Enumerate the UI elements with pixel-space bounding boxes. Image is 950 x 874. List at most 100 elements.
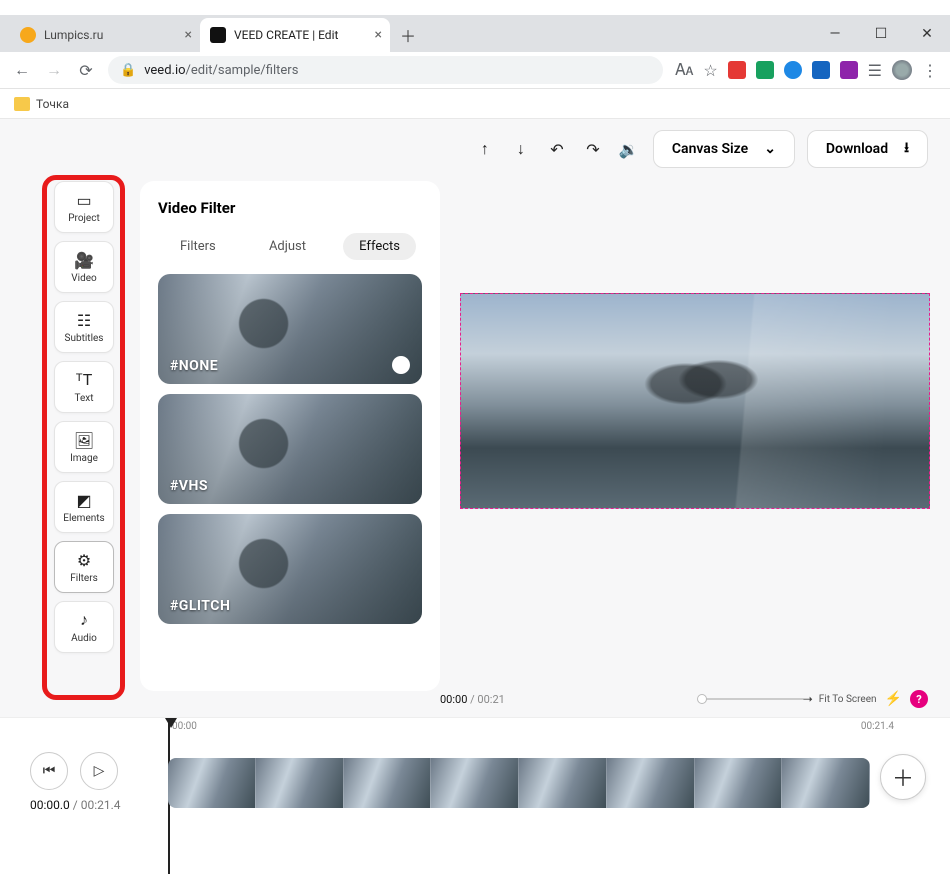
lock-icon: 🔒	[120, 63, 136, 78]
clip-frame	[256, 758, 344, 808]
download-icon-small[interactable]: ↓	[509, 137, 533, 161]
folder-icon	[14, 97, 30, 111]
audio-icon: ♪	[80, 610, 88, 630]
effect-label: #GLITCH	[170, 598, 230, 614]
canvas-size-button[interactable]: Canvas Size ⌄	[653, 130, 795, 168]
sidebar-item-image[interactable]: 🖼Image	[54, 421, 114, 473]
sidebar-item-subtitles[interactable]: ☷ Subtitles	[54, 301, 114, 353]
bolt-icon[interactable]: ⚡	[885, 691, 902, 707]
favicon-icon	[210, 27, 226, 43]
url-input[interactable]: 🔒 veed.io/edit/sample/filters	[108, 56, 663, 84]
reading-list-icon[interactable]: ☰	[868, 61, 882, 80]
download-button[interactable]: Download ⭳	[807, 130, 928, 168]
canvas-size-label: Canvas Size	[672, 141, 748, 157]
preview-controls-row: 00:00 / 00:21 ➝ Fit To Screen ⚡ ?	[0, 679, 950, 719]
extension-icon[interactable]	[812, 61, 830, 79]
skip-back-button[interactable]: ⏮	[30, 752, 68, 790]
extension-icon[interactable]	[756, 61, 774, 79]
ruler-end: 00:21.4	[861, 721, 894, 732]
filters-panel: Video Filter Filters Adjust Effects #NON…	[140, 181, 440, 691]
close-icon[interactable]: ×	[375, 27, 382, 43]
selected-dot-icon	[392, 356, 410, 374]
app-topbar: ↑ ↓ ↶ ↷ 🔉 Canvas Size ⌄ Download ⭳	[473, 129, 928, 169]
browser-tab-0[interactable]: Lumpics.ru ×	[10, 18, 200, 52]
effect-label: #VHS	[170, 478, 208, 494]
text-icon: ᵀT	[76, 370, 92, 390]
extension-icon[interactable]	[784, 61, 802, 79]
chevron-down-icon: ⌄	[764, 141, 776, 157]
extensions: 🗛 ☆ ☰ ⋮	[675, 60, 938, 80]
window-close-button[interactable]: ✕	[904, 19, 950, 49]
effect-none[interactable]: #NONE	[158, 274, 422, 384]
effect-label: #NONE	[170, 358, 218, 374]
effect-vhs[interactable]: #VHS	[158, 394, 422, 504]
nav-reload-icon[interactable]: ⟳	[76, 61, 96, 80]
arrow-right-icon: ➝	[803, 692, 813, 706]
sidebar-label: Text	[74, 393, 93, 404]
video-icon: 🎥	[74, 251, 94, 270]
bookmark-item[interactable]: Точка	[36, 97, 69, 111]
extension-icon[interactable]	[840, 61, 858, 79]
url-path: /edit/sample/filters	[186, 63, 299, 78]
window-minimize-button[interactable]: ―	[812, 19, 858, 49]
clip-strip[interactable]	[168, 758, 870, 808]
upload-icon[interactable]: ↑	[473, 137, 497, 161]
translate-icon[interactable]: 🗛	[675, 60, 693, 80]
tool-sidebar: ▭Project 🎥 Video ☷ Subtitles ᵀT Text 🖼Image…	[54, 181, 114, 653]
browser-tab-1[interactable]: VEED CREATE | Edit ×	[200, 18, 390, 52]
timeline: 00:00 00:21.4 ⏮ ▷ 00:00.0 / 00:21.4 ＋	[0, 717, 950, 874]
play-button[interactable]: ▷	[80, 752, 118, 790]
help-badge[interactable]: ?	[910, 690, 928, 708]
preview-time-total: 00:21	[477, 693, 504, 706]
bookmarks-bar: Точка	[0, 89, 950, 119]
undo-icon[interactable]: ↶	[545, 137, 569, 161]
tab-title: Lumpics.ru	[44, 28, 103, 42]
tab-filters[interactable]: Filters	[164, 233, 232, 260]
close-icon[interactable]: ×	[185, 27, 192, 43]
sidebar-item-filters[interactable]: ⚙Filters	[54, 541, 114, 593]
tab-adjust[interactable]: Adjust	[253, 233, 322, 260]
filters-icon: ⚙	[77, 551, 91, 570]
ruler-start: 00:00	[172, 721, 197, 732]
menu-icon[interactable]: ⋮	[922, 61, 938, 80]
sidebar-label: Subtitles	[65, 333, 104, 344]
clip-frame	[431, 758, 519, 808]
clip-frame	[695, 758, 783, 808]
sidebar-item-audio[interactable]: ♪ Audio	[54, 601, 114, 653]
tab-effects[interactable]: Effects	[343, 233, 416, 260]
nav-forward-icon[interactable]: →	[44, 60, 64, 80]
window-maximize-button[interactable]: ☐	[858, 19, 904, 49]
clip-frame	[519, 758, 607, 808]
sidebar-item-video[interactable]: 🎥 Video	[54, 241, 114, 293]
new-tab-button[interactable]: ＋	[394, 21, 422, 49]
timeline-ruler[interactable]: 00:00 00:21.4	[0, 718, 950, 738]
volume-icon[interactable]: 🔉	[617, 137, 641, 161]
download-arrow-icon: ⭳	[904, 137, 909, 161]
clip-frame	[607, 758, 695, 808]
avatar[interactable]	[892, 60, 912, 80]
star-icon[interactable]: ☆	[703, 61, 717, 80]
clip-frame	[168, 758, 256, 808]
effect-glitch[interactable]: #GLITCH	[158, 514, 422, 624]
sidebar-item-project[interactable]: ▭Project	[54, 181, 114, 233]
sidebar-label: Video	[71, 273, 96, 284]
nav-back-icon[interactable]: ←	[12, 60, 32, 80]
elements-icon: ◩	[76, 491, 91, 510]
extension-icon[interactable]	[728, 61, 746, 79]
sidebar-item-elements[interactable]: ◩ Elements	[54, 481, 114, 533]
slider-knob[interactable]	[697, 694, 707, 704]
zoom-slider[interactable]: ➝	[701, 698, 811, 700]
sidebar-label: Image	[70, 453, 98, 464]
sidebar-label: Audio	[71, 633, 97, 644]
fit-to-screen-label[interactable]: Fit To Screen	[819, 694, 877, 705]
time-counter: 00:00.0 / 00:21.4	[30, 798, 121, 812]
redo-icon[interactable]: ↷	[581, 137, 605, 161]
add-media-button[interactable]: ＋	[880, 754, 926, 800]
sidebar-label: Elements	[63, 513, 104, 524]
subtitles-icon: ☷	[77, 311, 91, 330]
address-bar: ← → ⟳ 🔒 veed.io/edit/sample/filters 🗛 ☆ …	[0, 52, 950, 89]
video-preview[interactable]	[460, 293, 930, 509]
sidebar-item-text[interactable]: ᵀT Text	[54, 361, 114, 413]
tab-title: VEED CREATE | Edit	[234, 28, 338, 42]
browser-tabstrip: Lumpics.ru × VEED CREATE | Edit × ＋ ― ☐ …	[0, 15, 950, 52]
